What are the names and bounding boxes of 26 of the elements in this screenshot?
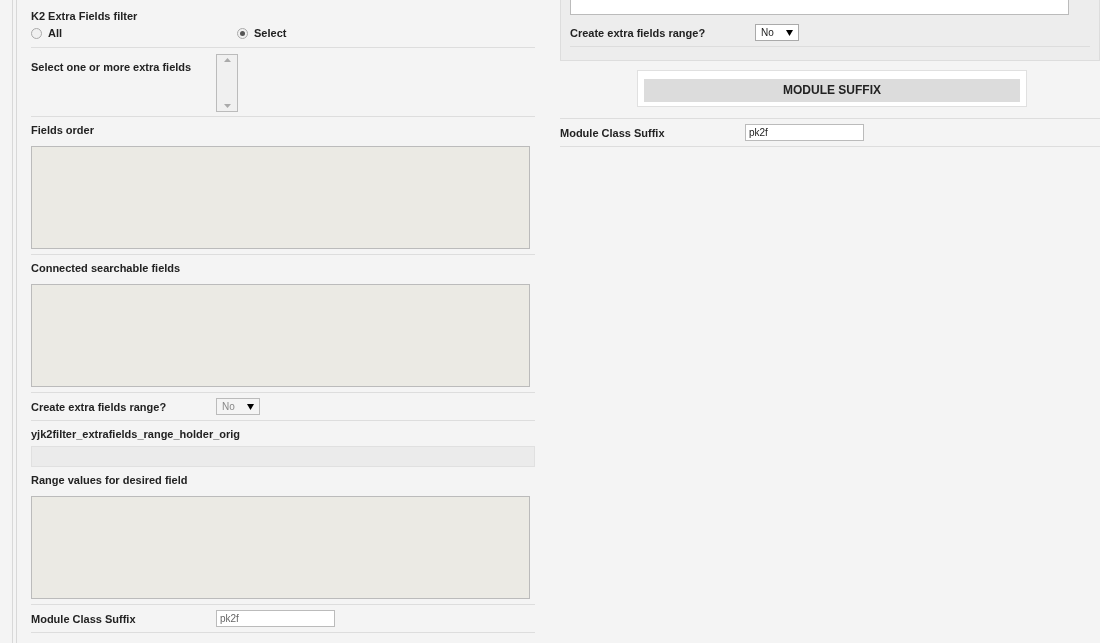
- caret-icon: [786, 29, 793, 36]
- field-label: Select one or more extra fields: [31, 61, 192, 73]
- text-area[interactable]: [31, 284, 530, 387]
- radio-button[interactable]: [31, 28, 42, 39]
- field-label: Module Class Suffix: [31, 611, 136, 626]
- field-label: Create extra fields range?: [570, 25, 706, 40]
- scroll-down-icon[interactable]: [223, 104, 231, 108]
- field-label: K2 Extra Fields filter: [31, 10, 138, 22]
- field-label: yjk2filter_extrafields_range_holder_orig: [31, 427, 242, 441]
- radio-button[interactable]: [237, 28, 248, 39]
- field-label: Module Class Suffix: [560, 125, 665, 140]
- caret-icon: [247, 403, 254, 410]
- field-label: Range values for desired field: [31, 473, 189, 487]
- text-area[interactable]: [31, 146, 530, 249]
- radio-option[interactable]: All: [31, 25, 237, 42]
- field-label: Create extra fields range?: [31, 399, 167, 414]
- field-label: Connected searchable fields: [31, 261, 182, 275]
- dropdown[interactable]: No: [755, 24, 799, 41]
- text-area[interactable]: [31, 496, 530, 599]
- listbox[interactable]: [216, 54, 238, 112]
- radio-option[interactable]: Select: [237, 25, 443, 42]
- field-label: Fields order: [31, 123, 95, 137]
- text-area[interactable]: [570, 0, 1069, 15]
- section-header-button[interactable]: MODULE SUFFIX: [644, 78, 1020, 102]
- scroll-up-icon[interactable]: [223, 58, 231, 62]
- text-field[interactable]: pk2f: [745, 124, 864, 141]
